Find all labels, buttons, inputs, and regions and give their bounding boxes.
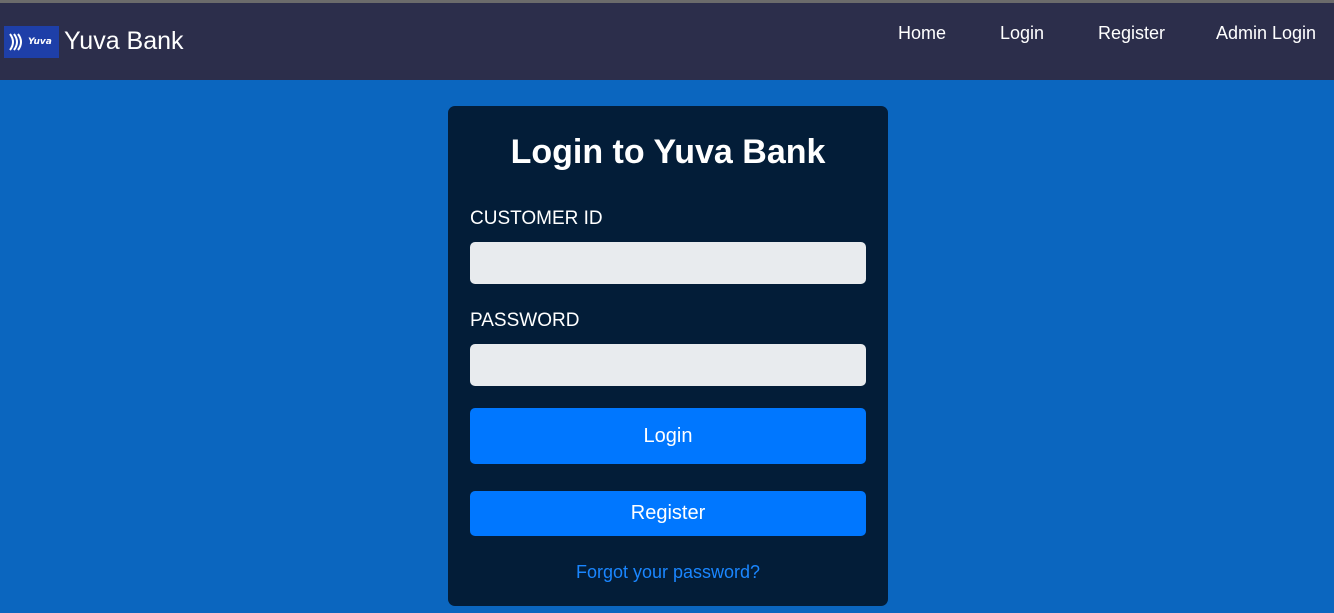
forgot-password-link[interactable]: Forgot your password? bbox=[448, 562, 888, 583]
brand[interactable]: Yuva Yuva Bank bbox=[4, 25, 184, 58]
register-button[interactable]: Register bbox=[470, 491, 866, 536]
login-card: Login to Yuva Bank CUSTOMER ID PASSWORD … bbox=[448, 106, 888, 606]
yuva-logo-icon: Yuva bbox=[4, 25, 59, 58]
nav-link-home[interactable]: Home bbox=[898, 23, 946, 44]
customer-id-label: CUSTOMER ID bbox=[470, 208, 603, 229]
nav-link-register[interactable]: Register bbox=[1098, 23, 1165, 44]
navbar: Yuva Yuva Bank Home Login Register Admin… bbox=[0, 3, 1334, 80]
logo-swoosh-icon bbox=[9, 32, 22, 51]
customer-id-input[interactable] bbox=[470, 242, 866, 284]
password-label: PASSWORD bbox=[470, 310, 580, 331]
logo-text: Yuva bbox=[28, 36, 52, 47]
login-title: Login to Yuva Bank bbox=[510, 133, 826, 171]
nav-links: Home Login Register Admin Login bbox=[0, 3, 1334, 80]
login-button[interactable]: Login bbox=[470, 408, 866, 464]
password-input[interactable] bbox=[470, 344, 866, 386]
nav-link-login[interactable]: Login bbox=[1000, 23, 1044, 44]
nav-link-admin-login[interactable]: Admin Login bbox=[1216, 23, 1316, 44]
brand-name: Yuva Bank bbox=[64, 27, 184, 55]
